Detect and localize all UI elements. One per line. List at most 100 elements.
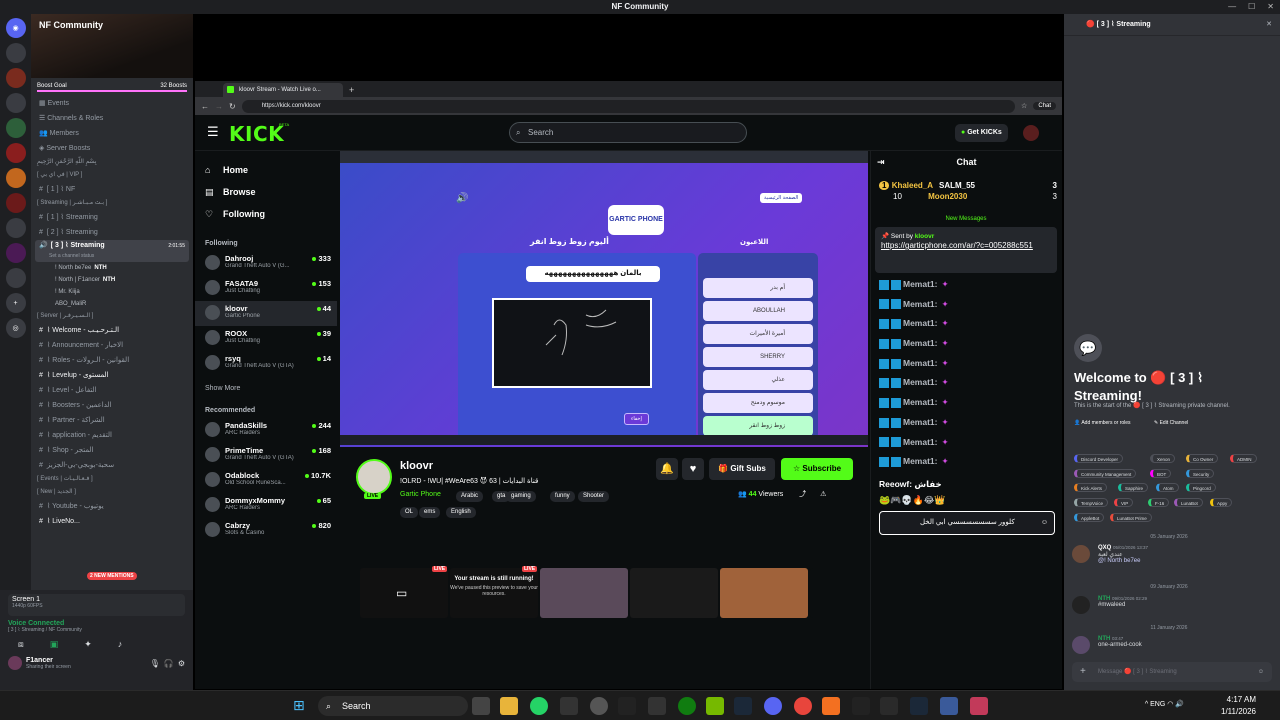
role-pill[interactable]: Discord Developer xyxy=(1074,454,1124,463)
system-tray[interactable]: ^ ENG ◠ 🔊 xyxy=(1145,700,1184,708)
channel-item[interactable]: # ⌇ Announcement - الاخبار xyxy=(31,338,193,353)
avatar[interactable] xyxy=(1023,125,1039,141)
avatar[interactable] xyxy=(8,656,22,670)
server-icon[interactable] xyxy=(5,68,26,88)
chat-message[interactable]: Memat1: ✦ xyxy=(871,433,1061,453)
add-server-icon[interactable]: + xyxy=(5,293,26,313)
server-icon[interactable] xyxy=(5,218,26,238)
channel-item[interactable]: # ⌇ Level - التفاعل xyxy=(31,383,193,398)
channel-item[interactable]: # ⌇ Youtube - يوتيوب xyxy=(31,499,193,514)
chat-message[interactable]: Memat1: ✦ xyxy=(871,314,1061,334)
server-icon[interactable] xyxy=(5,43,26,63)
nav-following[interactable]: ♡ Following xyxy=(195,203,337,225)
channel-item[interactable]: #[ 2 ] ⌇ Streaming xyxy=(31,225,193,240)
browser-tab[interactable]: kloovr Stream - Watch Live o... xyxy=(223,83,343,97)
role-pill[interactable]: TempVoice xyxy=(1074,498,1109,507)
channel-row[interactable]: Cabrzy Slots & Casino 820 xyxy=(195,518,337,543)
nav-browse[interactable]: ▤ Browse xyxy=(195,181,337,203)
streamer-avatar[interactable] xyxy=(356,459,392,495)
tag-pill[interactable]: OL xyxy=(400,507,419,518)
wifi-icon[interactable]: ◠ xyxy=(1167,701,1173,708)
url-field[interactable]: https://kick.com/kloovr xyxy=(241,99,1016,113)
emoji-icon[interactable]: ☺ xyxy=(1041,512,1048,534)
voice-connected-status[interactable]: Voice Connected xyxy=(8,620,185,627)
volume-icon[interactable]: 🔊 xyxy=(456,193,468,204)
stream-thumb[interactable] xyxy=(540,568,628,618)
video-player[interactable]: 🔊 GARTIC PHONE الصفحة الرئيسية أليوم زوط… xyxy=(340,151,868,447)
channel-row[interactable]: PandaSkills ARC Raiders 244 xyxy=(195,418,337,443)
category-header[interactable]: [ Events | فـعـالـيـات ] xyxy=(31,473,193,486)
chat-message[interactable]: Memat1: ✦ xyxy=(871,452,1061,472)
show-more-link[interactable]: Show More xyxy=(195,382,337,396)
tag-pill[interactable]: gaming xyxy=(506,491,536,502)
maximize-icon[interactable]: ☐ xyxy=(1248,0,1255,14)
category-header[interactable]: [ Server | الـسـيـرفـر ] xyxy=(31,310,193,323)
follow-heart-button[interactable]: ♥ xyxy=(682,458,704,480)
settings-gear-icon[interactable]: ⚙ xyxy=(178,659,185,668)
stream-category[interactable]: Gartic Phone xyxy=(400,491,441,498)
chat-username[interactable]: Memat1: xyxy=(903,338,937,348)
tag-pill[interactable]: Shooter xyxy=(578,491,610,502)
chat-username[interactable]: Memat1: xyxy=(903,437,937,447)
channel-row[interactable]: DommyxMommy ARC Raiders 65 xyxy=(195,493,337,518)
emoji-icon[interactable]: ☺ xyxy=(1258,662,1264,682)
voice-user[interactable]: ! North | F1ancerNTHLIVE xyxy=(31,274,193,286)
channel-item[interactable]: # ⌇ Welcome - الـتـرحـيـب xyxy=(31,323,193,338)
voice-user[interactable]: ! Mr. Kiija xyxy=(31,286,193,298)
chat-message[interactable]: Memat1: ✦ xyxy=(871,334,1061,354)
server-icon[interactable] xyxy=(5,268,26,288)
soundboard-icon[interactable]: ♪ xyxy=(118,639,123,650)
role-pill[interactable]: Kick Alerts xyxy=(1074,483,1108,492)
avatar[interactable] xyxy=(205,280,220,295)
nav-home[interactable]: ⌂ Home xyxy=(195,159,337,181)
role-pill[interactable]: LunaBot Prime xyxy=(1110,513,1152,522)
avatar[interactable] xyxy=(205,472,220,487)
plus-icon[interactable]: + xyxy=(1080,662,1086,682)
activity-icon[interactable]: ✦ xyxy=(84,639,92,650)
chat-message[interactable]: Memat1: ✦ xyxy=(871,354,1061,374)
new-mentions-badge[interactable]: 2 NEW MENTIONS xyxy=(87,572,137,580)
avatar[interactable] xyxy=(205,497,220,512)
role-pill[interactable]: Appy xyxy=(1210,498,1233,507)
chat-username[interactable]: Memat1: xyxy=(903,377,937,387)
tray-chevron-icon[interactable]: ^ xyxy=(1145,701,1148,708)
category-header[interactable]: بِسْمِ اللّهِ الرَّحْمَنِ الرَّحِيمِ xyxy=(31,156,193,169)
obs-icon[interactable] xyxy=(852,697,870,715)
role-pill[interactable]: Xenon xyxy=(1150,454,1176,463)
avatar[interactable] xyxy=(1072,636,1090,654)
chat-username[interactable]: Memat1: xyxy=(903,417,937,427)
role-pill[interactable]: Community Management xyxy=(1074,469,1137,478)
app-icon[interactable] xyxy=(970,697,988,715)
channel-item[interactable]: # ⌇ Shop - المتجر xyxy=(31,443,193,458)
xbox-icon[interactable] xyxy=(678,697,696,715)
stream-thumb[interactable] xyxy=(720,568,808,618)
kick-logo[interactable]: KICK xyxy=(229,122,284,146)
forward-icon[interactable]: → xyxy=(215,102,223,111)
speaker-icon[interactable]: 🔊 xyxy=(1175,701,1184,708)
server-icon[interactable] xyxy=(5,143,26,163)
discord-icon[interactable] xyxy=(764,697,782,715)
close-icon[interactable]: ✕ xyxy=(1266,14,1272,36)
role-pill[interactable]: AppleBot xyxy=(1074,513,1105,522)
category-header[interactable]: [ في اي بي | VIP ] xyxy=(31,169,193,182)
camera-icon[interactable]: ⧈ xyxy=(18,639,24,650)
nav-members[interactable]: 👥 Members xyxy=(31,126,193,141)
channel-row[interactable]: rsyq Grand Theft Auto V (GTA) 14 xyxy=(195,351,337,376)
subscribe-button[interactable]: ☆ Subscribe xyxy=(781,458,853,480)
role-pill[interactable]: Atom xyxy=(1156,483,1179,492)
chrome-icon[interactable] xyxy=(794,697,812,715)
stream-thumb[interactable] xyxy=(630,568,718,618)
message[interactable]: NTH 09/01/2026 02:29 #mwaleed xyxy=(1072,596,1272,614)
settings-icon[interactable] xyxy=(940,697,958,715)
role-pill[interactable]: F-16 xyxy=(1148,498,1170,507)
tag-pill[interactable]: funny xyxy=(550,491,575,502)
discord-home-icon[interactable]: ◉ xyxy=(5,18,26,38)
channel-item[interactable]: # ⌇ LiveNo... xyxy=(31,514,193,529)
monitor-thumb[interactable]: ▭ xyxy=(360,568,448,618)
voice-user[interactable]: ! North be7eeNTHLIVE xyxy=(31,262,193,274)
add-members-button[interactable]: 👤 Add members or roles xyxy=(1074,420,1131,426)
avatar[interactable] xyxy=(1072,545,1090,563)
discover-icon[interactable]: ◎ xyxy=(5,318,26,338)
chat-message[interactable]: Memat1: ✦ xyxy=(871,275,1061,295)
channel-item[interactable]: # ⌇ application - التقديم xyxy=(31,428,193,443)
